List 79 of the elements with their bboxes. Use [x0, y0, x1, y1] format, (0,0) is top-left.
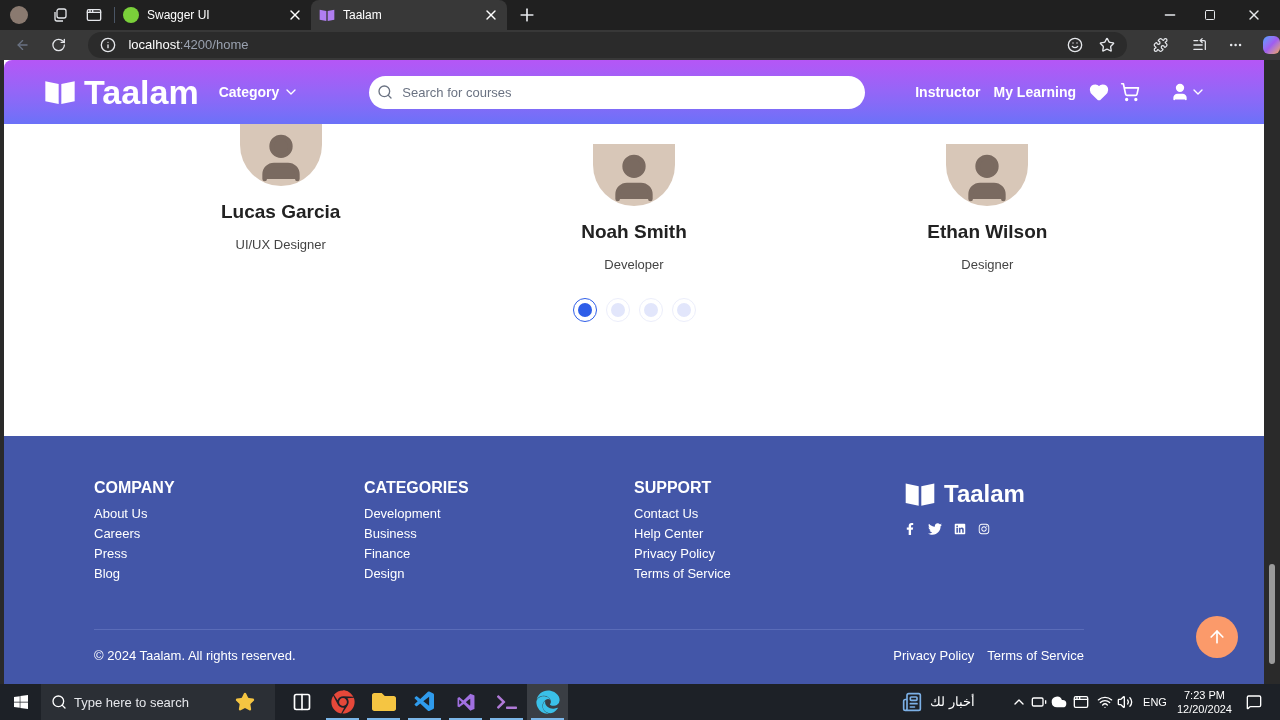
profile-avatar[interactable] — [10, 6, 28, 24]
facebook-icon[interactable] — [904, 523, 916, 535]
task-view-icon[interactable] — [291, 692, 312, 712]
volume-icon[interactable] — [1117, 694, 1134, 710]
back-icon[interactable] — [15, 37, 31, 53]
cloud-icon[interactable] — [1051, 694, 1068, 710]
footer-link[interactable]: Press — [94, 544, 364, 564]
folder-icon[interactable] — [371, 690, 396, 714]
battery-icon[interactable] — [1031, 694, 1048, 710]
twitter-icon[interactable] — [928, 522, 942, 536]
footer-brand: Taalam — [944, 479, 1025, 509]
clock[interactable]: 7:23 PM 12/20/2024 — [1176, 688, 1232, 716]
member-name: Ethan Wilson — [927, 220, 1048, 244]
browser-tab[interactable]: Taalam — [311, 0, 507, 30]
copyright-text: © 2024 Taalam. All rights reserved. — [94, 647, 296, 665]
instagram-icon[interactable] — [978, 523, 990, 535]
terminal-icon[interactable] — [496, 692, 517, 712]
news-widget-icon[interactable] — [902, 692, 923, 712]
member-role: Developer — [604, 255, 664, 274]
swagger-favicon-icon — [123, 7, 139, 23]
search-icon — [377, 83, 394, 100]
member-role: Designer — [961, 255, 1014, 274]
nav-link[interactable]: Instructor — [915, 81, 981, 103]
footer-heading: CATEGORIES — [364, 478, 470, 498]
footer-heading: COMPANY — [94, 478, 176, 498]
footer-link[interactable]: Terms of Service — [634, 564, 904, 584]
footer-link[interactable]: Privacy Policy — [634, 544, 904, 564]
footer-link[interactable]: Terms of Service — [987, 646, 1084, 666]
site-info-icon[interactable] — [100, 37, 117, 53]
footer-link[interactable]: Privacy Policy — [893, 646, 975, 666]
member-name: Lucas Garcia — [221, 200, 341, 224]
tray-app-icon[interactable] — [1073, 694, 1090, 710]
taskbar-search-field[interactable]: Type here to search — [41, 684, 275, 720]
category-dropdown[interactable]: Category — [218, 81, 300, 103]
tab-title: Taalam — [343, 7, 383, 24]
footer-link[interactable]: Careers — [94, 524, 364, 544]
nav-link[interactable]: My Learning — [993, 81, 1076, 103]
user-icon[interactable] — [1170, 82, 1190, 102]
footer-link[interactable]: Business — [364, 524, 634, 544]
tab-title: Swagger UI — [147, 7, 211, 24]
heart-icon[interactable] — [1089, 82, 1109, 102]
scrollbar[interactable] — [1264, 60, 1280, 684]
footer-link[interactable]: Design — [364, 564, 634, 584]
search-icon — [51, 694, 67, 710]
linkedin-icon[interactable] — [954, 523, 966, 535]
footer-link[interactable]: Development — [364, 504, 634, 524]
search-field[interactable]: Search for courses — [369, 75, 866, 109]
footer-heading: SUPPORT — [634, 478, 713, 498]
cart-icon[interactable] — [1120, 82, 1140, 102]
notifications-icon[interactable] — [1246, 694, 1262, 710]
brand-logo[interactable]: Taalam — [84, 66, 199, 118]
browser-tab[interactable]: Swagger UI — [115, 0, 311, 30]
windows-start-icon[interactable] — [13, 694, 29, 710]
footer-link[interactable]: Finance — [364, 544, 634, 564]
wifi-icon[interactable] — [1097, 694, 1114, 710]
address-bar[interactable]: localhost:4200/home — [88, 32, 1128, 58]
extensions-icon[interactable] — [1153, 37, 1169, 53]
footer-link[interactable]: About Us — [94, 504, 364, 524]
sidebar-tabs-icon[interactable] — [86, 7, 102, 23]
favorites-icon[interactable] — [1192, 37, 1208, 53]
book-logo-icon — [44, 78, 76, 106]
footer-link[interactable]: Blog — [94, 564, 364, 584]
workspaces-icon[interactable] — [52, 7, 68, 23]
edge-icon[interactable] — [535, 690, 560, 714]
footer-link[interactable]: Contact Us — [634, 504, 904, 524]
language-indicator[interactable]: ENG — [1143, 693, 1167, 711]
footer-link[interactable]: Help Center — [634, 524, 904, 544]
favorite-star-icon[interactable] — [1099, 37, 1116, 53]
news-label[interactable]: أخبار لك — [930, 692, 976, 712]
book-logo-icon — [904, 481, 936, 507]
chrome-icon[interactable] — [330, 690, 355, 714]
url-text: localhost:4200/home — [128, 36, 249, 55]
member-name: Noah Smith — [581, 220, 687, 244]
maximize-icon[interactable] — [1204, 9, 1216, 21]
code-editor-icon[interactable] — [412, 690, 437, 714]
member-role: UI/UX Designer — [235, 235, 326, 254]
copilot-icon[interactable] — [1262, 36, 1280, 54]
reload-icon[interactable] — [51, 37, 67, 53]
book-favicon-icon — [319, 7, 335, 23]
